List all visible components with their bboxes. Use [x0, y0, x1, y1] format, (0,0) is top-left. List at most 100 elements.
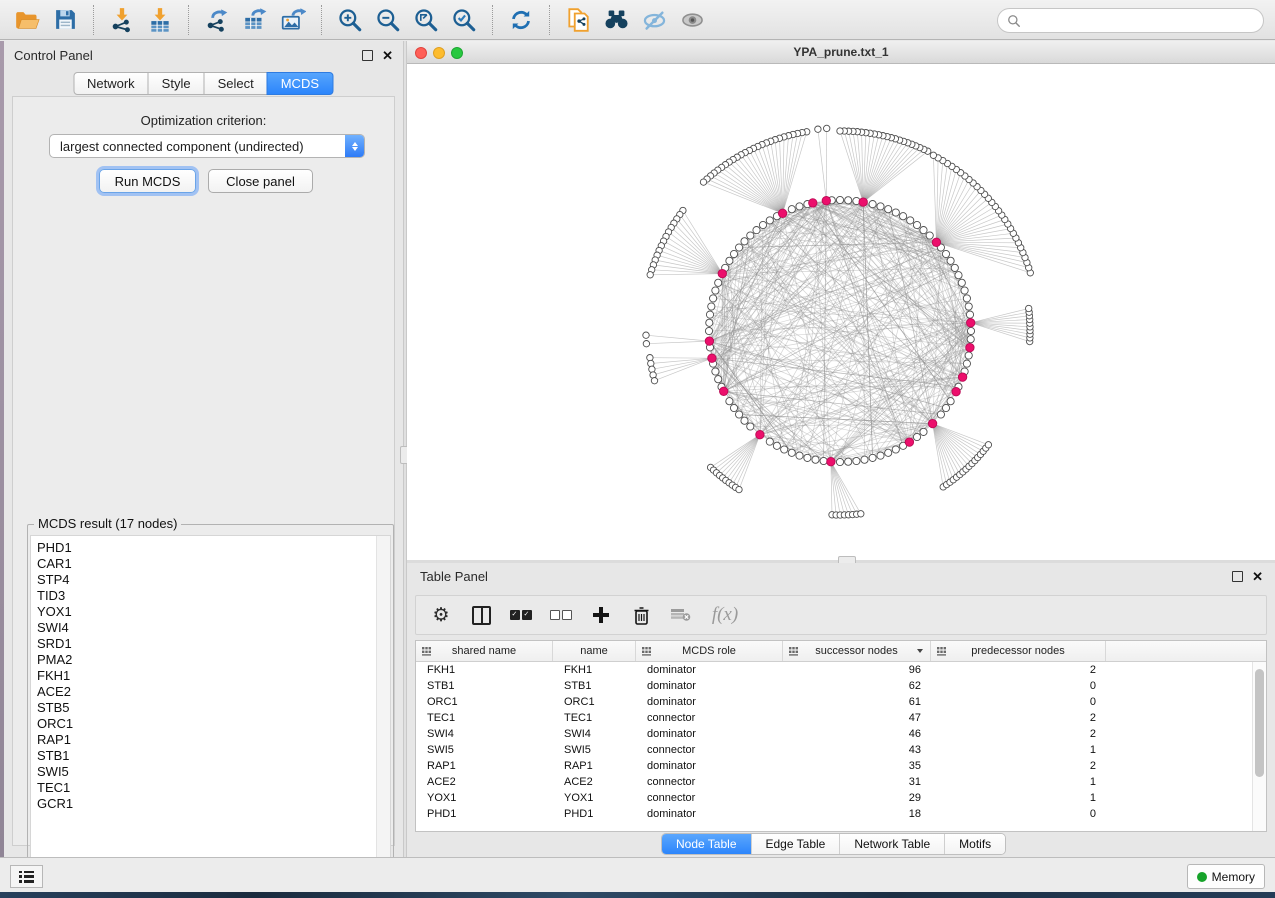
- graph-node[interactable]: [715, 279, 722, 286]
- mcds-list-scrollbar[interactable]: [376, 536, 390, 891]
- graph-node[interactable]: [836, 196, 843, 203]
- graph-node[interactable]: [963, 295, 970, 302]
- zoom-out-button[interactable]: [371, 4, 405, 36]
- graph-node[interactable]: [907, 217, 914, 224]
- graph-node[interactable]: [963, 360, 970, 367]
- graph-node[interactable]: [726, 257, 733, 264]
- graph-leaf-node[interactable]: [1026, 305, 1032, 311]
- graph-leaf-node[interactable]: [700, 179, 706, 185]
- tab-network[interactable]: Network: [73, 72, 149, 95]
- graph-node[interactable]: [845, 197, 852, 204]
- mcds-result-list[interactable]: PHD1CAR1STP4TID3YOX1SWI4SRD1PMA2FKH1ACE2…: [30, 535, 391, 892]
- graph-leaf-node[interactable]: [815, 126, 821, 132]
- graph-node[interactable]: [726, 398, 733, 405]
- graph-node[interactable]: [853, 457, 860, 464]
- graph-hub-node[interactable]: [718, 269, 726, 277]
- graph-node[interactable]: [804, 454, 811, 461]
- zoom-selected-button[interactable]: [447, 4, 481, 36]
- graph-node[interactable]: [877, 203, 884, 210]
- show-columns-button[interactable]: [468, 602, 494, 628]
- graph-hub-node[interactable]: [952, 388, 960, 396]
- export-image-button[interactable]: [276, 4, 310, 36]
- graph-node[interactable]: [947, 398, 954, 405]
- graph-node[interactable]: [965, 303, 972, 310]
- mcds-result-item[interactable]: STB5: [31, 700, 390, 716]
- graph-leaf-node[interactable]: [985, 442, 991, 448]
- mcds-result-item[interactable]: RAP1: [31, 732, 390, 748]
- graph-node[interactable]: [706, 319, 713, 326]
- table-row[interactable]: PHD1PHD1dominator180: [416, 806, 1266, 822]
- graph-node[interactable]: [759, 221, 766, 228]
- graph-hub-node[interactable]: [859, 198, 867, 206]
- graph-leaf-node[interactable]: [643, 332, 649, 338]
- network-titlebar[interactable]: YPA_prune.txt_1: [407, 41, 1275, 64]
- table-row[interactable]: ORC1ORC1dominator610: [416, 694, 1266, 710]
- graph-leaf-node[interactable]: [736, 486, 742, 492]
- graph-hub-node[interactable]: [720, 387, 728, 395]
- graph-node[interactable]: [942, 250, 949, 257]
- graph-hub-node[interactable]: [778, 209, 786, 217]
- graph-hub-node[interactable]: [967, 319, 975, 327]
- network-canvas[interactable]: [407, 64, 1275, 560]
- graph-node[interactable]: [913, 433, 920, 440]
- refresh-layout-button[interactable]: [504, 4, 538, 36]
- graph-node[interactable]: [967, 327, 974, 334]
- table-row[interactable]: TEC1TEC1connector472: [416, 710, 1266, 726]
- column-header-name[interactable]: name: [553, 641, 636, 661]
- graph-node[interactable]: [747, 423, 754, 430]
- graph-node[interactable]: [920, 428, 927, 435]
- tab-node-table[interactable]: Node Table: [662, 834, 751, 854]
- graph-node[interactable]: [900, 213, 907, 220]
- mcds-result-item[interactable]: TEC1: [31, 780, 390, 796]
- table-row[interactable]: YOX1YOX1connector291: [416, 790, 1266, 806]
- graph-hub-node[interactable]: [958, 373, 966, 381]
- graph-hub-node[interactable]: [932, 238, 940, 246]
- close-panel-button[interactable]: Close panel: [208, 169, 313, 193]
- criterion-dropdown[interactable]: largest connected component (undirected): [49, 134, 365, 158]
- select-all-button[interactable]: [508, 602, 534, 628]
- graph-node[interactable]: [741, 238, 748, 245]
- tab-style[interactable]: Style: [148, 72, 205, 95]
- table-scrollbar[interactable]: [1252, 662, 1266, 831]
- mcds-result-item[interactable]: YOX1: [31, 604, 390, 620]
- graph-node[interactable]: [712, 287, 719, 294]
- graph-node[interactable]: [966, 311, 973, 318]
- tab-motifs[interactable]: Motifs: [944, 834, 1005, 854]
- graph-node[interactable]: [773, 442, 780, 449]
- graph-node[interactable]: [715, 376, 722, 383]
- save-session-button[interactable]: [48, 4, 82, 36]
- graph-hub-node[interactable]: [827, 458, 835, 466]
- graph-node[interactable]: [710, 295, 717, 302]
- graph-node[interactable]: [885, 206, 892, 213]
- delete-table-button[interactable]: [668, 602, 694, 628]
- mcds-result-item[interactable]: SRD1: [31, 636, 390, 652]
- graph-node[interactable]: [869, 454, 876, 461]
- column-header-predecessor-nodes[interactable]: predecessor nodes: [931, 641, 1106, 661]
- graph-node[interactable]: [747, 232, 754, 239]
- graph-node[interactable]: [892, 209, 899, 216]
- function-builder-button[interactable]: f(x): [708, 602, 742, 628]
- table-row[interactable]: SWI4SWI4dominator462: [416, 726, 1266, 742]
- table-row[interactable]: SWI5SWI5connector431: [416, 742, 1266, 758]
- graph-node[interactable]: [920, 227, 927, 234]
- add-column-button[interactable]: [588, 602, 614, 628]
- hide-selected-button[interactable]: [637, 4, 671, 36]
- mcds-result-item[interactable]: TID3: [31, 588, 390, 604]
- graph-hub-node[interactable]: [966, 343, 974, 351]
- delete-columns-button[interactable]: [628, 602, 654, 628]
- tab-edge-table[interactable]: Edge Table: [751, 834, 840, 854]
- graph-node[interactable]: [869, 201, 876, 208]
- graph-node[interactable]: [708, 303, 715, 310]
- table-row[interactable]: FKH1FKH1dominator962: [416, 662, 1266, 678]
- table-row[interactable]: STB1STB1dominator620: [416, 678, 1266, 694]
- graph-node[interactable]: [788, 449, 795, 456]
- close-table-panel-icon[interactable]: ✕: [1252, 572, 1263, 581]
- float-panel-icon[interactable]: [362, 50, 373, 61]
- graph-leaf-node[interactable]: [648, 360, 654, 366]
- graph-node[interactable]: [712, 368, 719, 375]
- mcds-result-item[interactable]: PMA2: [31, 652, 390, 668]
- graph-node[interactable]: [861, 456, 868, 463]
- graph-hub-node[interactable]: [756, 431, 764, 439]
- close-panel-icon[interactable]: ✕: [382, 51, 393, 60]
- graph-node[interactable]: [947, 257, 954, 264]
